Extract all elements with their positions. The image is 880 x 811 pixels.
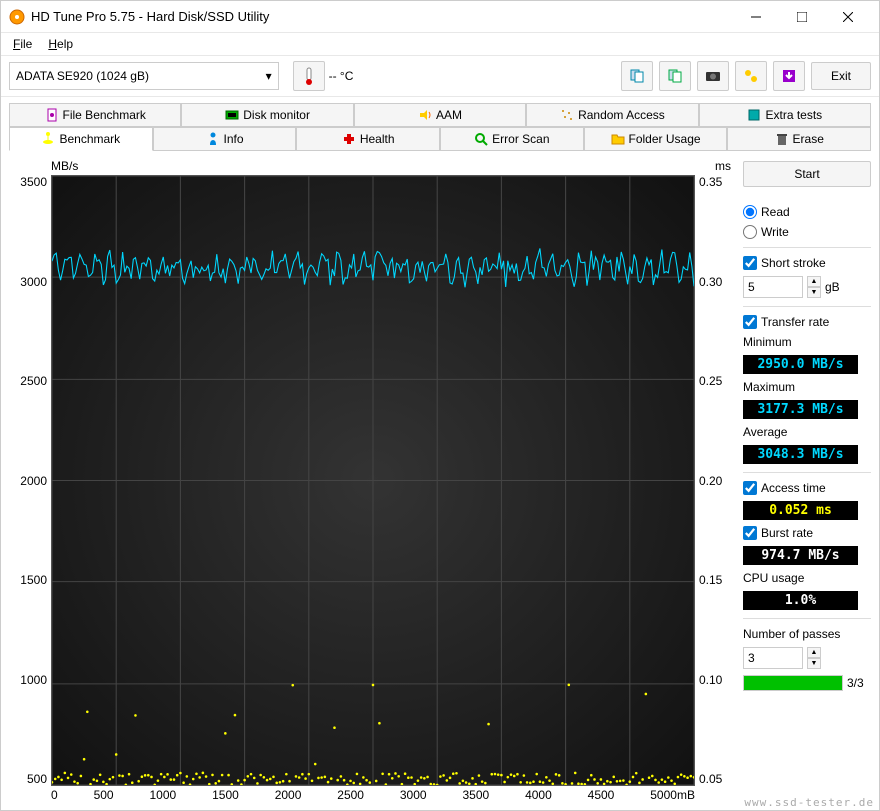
health-icon bbox=[342, 132, 356, 146]
short-stroke-check[interactable] bbox=[743, 256, 757, 270]
tab-disk-monitor[interactable]: Disk monitor bbox=[181, 103, 353, 127]
short-stroke-unit: gB bbox=[825, 280, 840, 294]
burst-rate-value: 974.7 MB/s bbox=[743, 546, 858, 565]
close-button[interactable] bbox=[825, 1, 871, 33]
transfer-rate-check[interactable] bbox=[743, 315, 757, 329]
chart-area: MB/s ms 3500 3000 2500 2000 1500 1000 50… bbox=[9, 159, 735, 802]
settings-icon[interactable] bbox=[735, 61, 767, 91]
titlebar: HD Tune Pro 5.75 - Hard Disk/SSD Utility bbox=[1, 1, 879, 33]
extra-tests-icon bbox=[747, 108, 761, 122]
short-stroke-label: Short stroke bbox=[761, 256, 826, 270]
pass-progress-bar bbox=[743, 675, 843, 691]
num-passes-input[interactable] bbox=[743, 647, 803, 669]
read-radio[interactable] bbox=[743, 205, 757, 219]
disk-monitor-icon bbox=[225, 108, 239, 122]
device-name: ADATA SE920 (1024 gB) bbox=[16, 69, 149, 83]
start-button[interactable]: Start bbox=[743, 161, 871, 187]
num-passes-label: Number of passes bbox=[743, 627, 871, 641]
thermometer-icon[interactable] bbox=[293, 61, 325, 91]
chevron-down-icon: ▾ bbox=[266, 69, 272, 83]
read-label: Read bbox=[761, 205, 790, 219]
folder-icon bbox=[611, 132, 625, 146]
maximize-button[interactable] bbox=[779, 1, 825, 33]
toolbar: ADATA SE920 (1024 gB) ▾ -- °C Exit bbox=[1, 55, 879, 97]
tab-random-access[interactable]: Random Access bbox=[526, 103, 698, 127]
write-radio[interactable] bbox=[743, 225, 757, 239]
minimum-value: 2950.0 MB/s bbox=[743, 355, 858, 374]
tab-error-scan[interactable]: Error Scan bbox=[440, 127, 584, 151]
cpu-usage-value: 1.0% bbox=[743, 591, 858, 610]
write-label: Write bbox=[761, 225, 789, 239]
tab-health[interactable]: Health bbox=[296, 127, 440, 151]
erase-icon bbox=[775, 132, 789, 146]
save-icon[interactable] bbox=[773, 61, 805, 91]
passes-spin-up[interactable]: ▲ bbox=[807, 647, 821, 658]
spin-down[interactable]: ▼ bbox=[807, 287, 821, 298]
tabs: File Benchmark Disk monitor AAM Random A… bbox=[1, 97, 879, 151]
x-axis: 0 500 1000 1500 2000 2500 3000 3500 4000… bbox=[9, 786, 735, 802]
access-time-value: 0.052 ms bbox=[743, 501, 858, 520]
window-title: HD Tune Pro 5.75 - Hard Disk/SSD Utility bbox=[31, 9, 733, 24]
short-stroke-input[interactable] bbox=[743, 276, 803, 298]
y-left-label: MB/s bbox=[51, 159, 78, 173]
tab-info[interactable]: Info bbox=[153, 127, 297, 151]
device-select[interactable]: ADATA SE920 (1024 gB) ▾ bbox=[9, 62, 279, 90]
tab-erase[interactable]: Erase bbox=[727, 127, 871, 151]
maximum-label: Maximum bbox=[743, 380, 871, 394]
chart-canvas bbox=[51, 175, 695, 786]
random-access-icon bbox=[560, 108, 574, 122]
pass-progress-text: 3/3 bbox=[847, 676, 864, 690]
y-right-label: ms bbox=[715, 159, 731, 173]
aam-icon bbox=[418, 108, 432, 122]
benchmark-icon bbox=[41, 132, 55, 146]
average-value: 3048.3 MB/s bbox=[743, 445, 858, 464]
access-time-check[interactable] bbox=[743, 481, 757, 495]
y-axis-right: 0.35 0.30 0.25 0.20 0.15 0.10 0.05 bbox=[695, 175, 735, 786]
passes-spin-down[interactable]: ▼ bbox=[807, 658, 821, 669]
access-time-label: Access time bbox=[761, 481, 826, 495]
maximum-value: 3177.3 MB/s bbox=[743, 400, 858, 419]
tab-benchmark[interactable]: Benchmark bbox=[9, 127, 153, 151]
cpu-usage-label: CPU usage bbox=[743, 571, 871, 585]
average-label: Average bbox=[743, 425, 871, 439]
tab-extra-tests[interactable]: Extra tests bbox=[699, 103, 871, 127]
tab-aam[interactable]: AAM bbox=[354, 103, 526, 127]
info-icon bbox=[206, 132, 220, 146]
watermark: www.ssd-tester.de bbox=[744, 796, 874, 809]
copy-icon[interactable] bbox=[621, 61, 653, 91]
temp-value: -- °C bbox=[329, 69, 354, 83]
spin-up[interactable]: ▲ bbox=[807, 276, 821, 287]
transfer-rate-label: Transfer rate bbox=[761, 315, 829, 329]
menu-help[interactable]: Help bbox=[42, 35, 79, 53]
tab-file-benchmark[interactable]: File Benchmark bbox=[9, 103, 181, 127]
copy-results-icon[interactable] bbox=[659, 61, 691, 91]
burst-rate-label: Burst rate bbox=[761, 526, 813, 540]
screenshot-icon[interactable] bbox=[697, 61, 729, 91]
side-panel: Start Read Write Short stroke ▲▼ gB Tran… bbox=[743, 159, 871, 802]
burst-rate-check[interactable] bbox=[743, 526, 757, 540]
error-scan-icon bbox=[474, 132, 488, 146]
y-axis-left: 3500 3000 2500 2000 1500 1000 500 bbox=[9, 175, 51, 786]
minimum-label: Minimum bbox=[743, 335, 871, 349]
app-icon bbox=[9, 9, 25, 25]
minimize-button[interactable] bbox=[733, 1, 779, 33]
menubar: File Help bbox=[1, 33, 879, 55]
menu-file[interactable]: File bbox=[7, 35, 38, 53]
temp-display: -- °C bbox=[293, 61, 354, 91]
file-benchmark-icon bbox=[45, 108, 59, 122]
tab-folder-usage[interactable]: Folder Usage bbox=[584, 127, 728, 151]
exit-button[interactable]: Exit bbox=[811, 62, 871, 90]
